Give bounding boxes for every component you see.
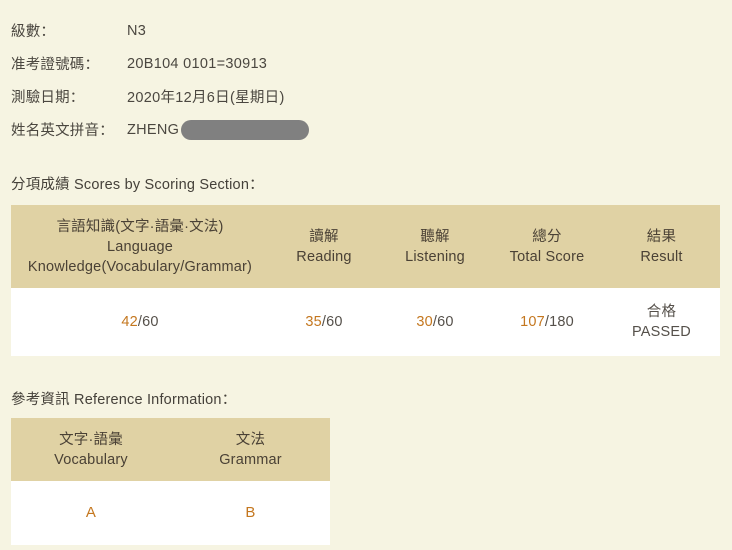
scores-section-caption: 分項成績 Scores by Scoring Section： bbox=[11, 177, 264, 193]
listening-score: 30 bbox=[416, 314, 433, 330]
header-listening: 聽解 Listening bbox=[379, 205, 491, 288]
header-result-en: Result bbox=[640, 249, 683, 265]
header-grammar-cjk: 文法 bbox=[235, 432, 266, 448]
header-reading: 讀解 Reading bbox=[269, 205, 379, 288]
scores-table-header-row: 言語知識(文字·語彙·文法) Language Knowledge(Vocabu… bbox=[11, 205, 720, 288]
cell-total-score: 107/180 bbox=[491, 288, 603, 356]
cell-listening-score: 30/60 bbox=[379, 288, 491, 356]
cell-grammar-grade: B bbox=[171, 481, 330, 545]
redaction-bar bbox=[181, 119, 310, 140]
candidate-info-block: 級數： N3 准考證號碼： 20B104 0101=30913 測驗日期： 20… bbox=[11, 14, 711, 146]
header-total-score-cjk: 總分 bbox=[532, 229, 562, 245]
reading-max: /60 bbox=[321, 314, 343, 330]
reading-score: 35 bbox=[305, 314, 322, 330]
info-row-romanized-name: 姓名英文拼音： ZHENG bbox=[11, 113, 711, 146]
reference-table-row: A B bbox=[11, 481, 330, 545]
romanized-name-value: ZHENG bbox=[127, 119, 310, 140]
cell-language-knowledge-score: 42/60 bbox=[11, 288, 269, 356]
scores-table-row: 42/60 35/60 30/60 107/180 合格 PASSED bbox=[11, 288, 720, 356]
header-vocabulary-cjk: 文字·語彙 bbox=[59, 432, 123, 448]
registration-number-label: 准考證號碼： bbox=[11, 57, 100, 73]
cell-vocabulary-grade: A bbox=[11, 481, 171, 545]
header-vocabulary: 文字·語彙 Vocabulary bbox=[11, 418, 171, 481]
header-reading-en: Reading bbox=[296, 249, 352, 265]
header-total-score-en: Total Score bbox=[509, 249, 585, 265]
header-result-cjk: 結果 bbox=[646, 229, 677, 245]
romanized-name-label: 姓名英文拼音： bbox=[11, 123, 114, 139]
vocabulary-grade: A bbox=[85, 504, 97, 521]
header-result: 結果 Result bbox=[603, 205, 720, 288]
reference-table-header-row: 文字·語彙 Vocabulary 文法 Grammar bbox=[11, 418, 330, 481]
reference-table: 文字·語彙 Vocabulary 文法 Grammar A B bbox=[11, 418, 330, 545]
header-language-knowledge: 言語知識(文字·語彙·文法) Language Knowledge(Vocabu… bbox=[11, 205, 269, 288]
cell-reading-score: 35/60 bbox=[269, 288, 379, 356]
reference-section-caption: 參考資訊 Reference Information： bbox=[11, 392, 237, 408]
test-date-label: 測驗日期： bbox=[11, 90, 85, 106]
header-language-knowledge-en-line1: Language bbox=[106, 239, 174, 255]
result-badge-cjk: 合格 bbox=[646, 304, 677, 320]
header-reading-cjk: 讀解 bbox=[309, 229, 339, 245]
header-grammar: 文法 Grammar bbox=[171, 418, 330, 481]
registration-number-value: 20B104 0101=30913 bbox=[127, 55, 268, 72]
header-language-knowledge-cjk: 言語知識(文字·語彙·文法) bbox=[56, 219, 224, 235]
level-label: 級數： bbox=[11, 24, 56, 40]
info-row-test-date: 測驗日期： 2020年12月6日(星期日) bbox=[11, 80, 711, 113]
listening-max: /60 bbox=[432, 314, 454, 330]
info-row-level: 級數： N3 bbox=[11, 14, 711, 47]
result-badge-en: PASSED bbox=[632, 324, 691, 340]
header-listening-en: Listening bbox=[405, 249, 465, 265]
language-knowledge-score: 42 bbox=[121, 314, 138, 330]
total-score: 107 bbox=[520, 314, 545, 330]
total-max: /180 bbox=[544, 314, 574, 330]
header-grammar-en: Grammar bbox=[219, 452, 282, 468]
header-total-score: 總分 Total Score bbox=[491, 205, 603, 288]
romanized-surname: ZHENG bbox=[127, 121, 180, 138]
cell-result: 合格 PASSED bbox=[603, 288, 720, 356]
language-knowledge-max: /60 bbox=[137, 314, 159, 330]
header-language-knowledge-en-line2: Knowledge(Vocabulary/Grammar) bbox=[27, 259, 253, 275]
header-vocabulary-en: Vocabulary bbox=[54, 452, 128, 468]
scores-table: 言語知識(文字·語彙·文法) Language Knowledge(Vocabu… bbox=[11, 205, 720, 356]
test-date-value: 2020年12月6日(星期日) bbox=[127, 90, 285, 106]
grammar-grade: B bbox=[245, 504, 256, 521]
info-row-registration-number: 准考證號碼： 20B104 0101=30913 bbox=[11, 47, 711, 80]
header-listening-cjk: 聽解 bbox=[420, 229, 450, 245]
level-value: N3 bbox=[127, 22, 147, 39]
